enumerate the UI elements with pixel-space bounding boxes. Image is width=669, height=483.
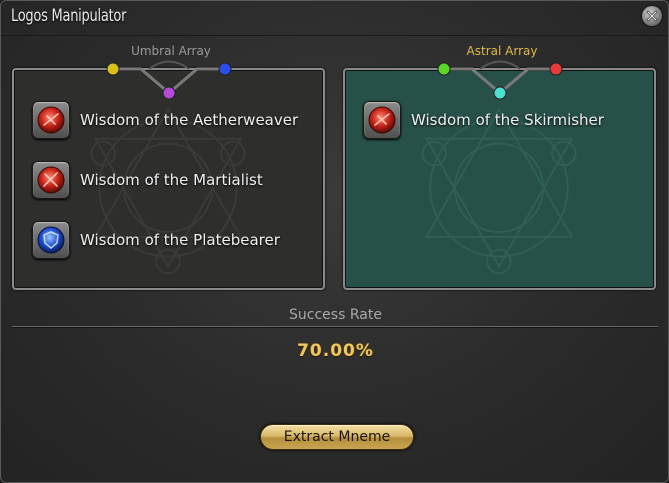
title-bar[interactable]: Logos Manipulator [1, 1, 668, 36]
umbral-array-panel: Wisdom of the Aetherweaver Wisdom of the… [12, 68, 325, 290]
red-crystal-icon [363, 101, 401, 139]
success-rate-label: Success Rate [289, 307, 382, 323]
success-rate-value: 70.00% [297, 341, 374, 361]
umbral-item-martialist[interactable]: Wisdom of the Martialist [32, 160, 263, 200]
astral-item-skirmisher[interactable]: Wisdom of the Skirmisher [363, 100, 604, 140]
astral-array-panel: Wisdom of the Skirmisher [343, 68, 656, 290]
item-label: Wisdom of the Platebearer [80, 231, 280, 249]
extract-mneme-button[interactable]: Extract Mneme [260, 424, 414, 450]
divider [12, 326, 658, 327]
item-label: Wisdom of the Skirmisher [411, 111, 604, 129]
astral-array-label: Astral Array [466, 44, 538, 58]
blue-crystal-icon [32, 221, 70, 259]
close-icon [646, 10, 658, 22]
red-crystal-icon [32, 101, 70, 139]
umbral-item-platebearer[interactable]: Wisdom of the Platebearer [32, 220, 280, 260]
item-label: Wisdom of the Aetherweaver [80, 111, 299, 129]
umbral-array-label: Umbral Array [131, 44, 211, 58]
red-crystal-icon [32, 161, 70, 199]
umbral-item-aetherweaver[interactable]: Wisdom of the Aetherweaver [32, 100, 298, 140]
logos-manipulator-window: Logos Manipulator Umbral Array Wisdom of… [0, 0, 669, 483]
window-title: Logos Manipulator [11, 6, 127, 26]
item-label: Wisdom of the Martialist [80, 171, 263, 189]
close-button[interactable] [642, 6, 662, 26]
